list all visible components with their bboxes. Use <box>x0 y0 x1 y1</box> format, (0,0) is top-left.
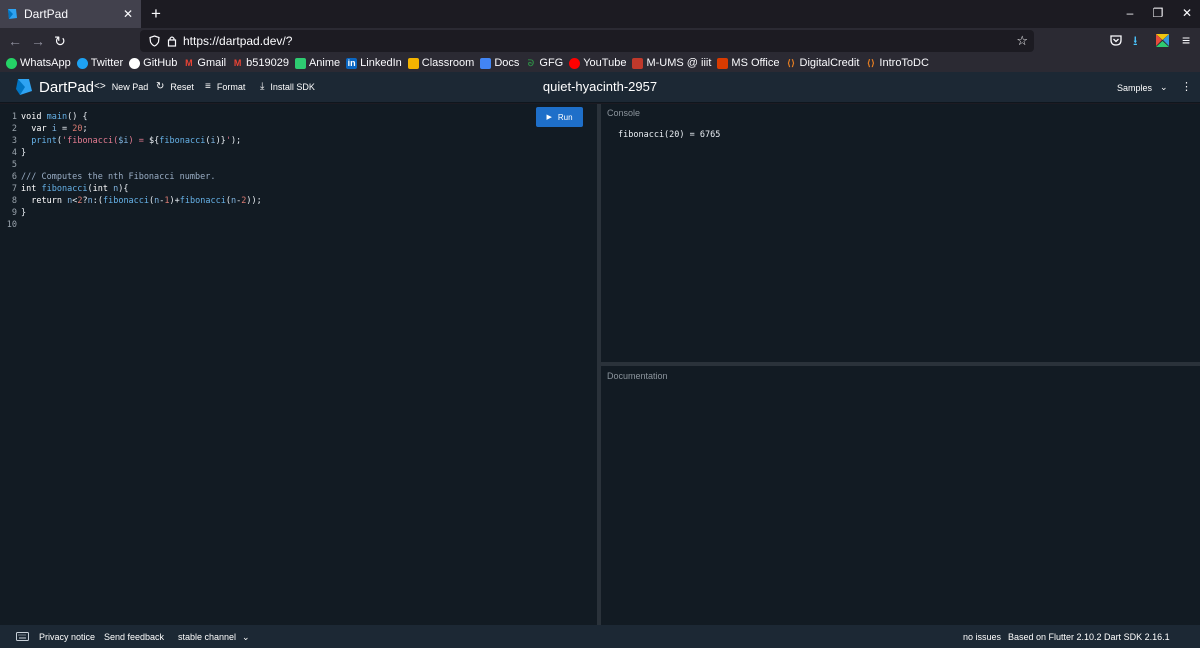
console-panel: Console fibonacci(20) = 6765 <box>601 104 1200 362</box>
sdk-version: Based on Flutter 2.10.2 Dart SDK 2.16.1 <box>1008 632 1170 642</box>
code-line[interactable] <box>21 159 262 171</box>
whatsapp-icon <box>6 57 17 69</box>
url-bar[interactable]: https://dartpad.dev/? ☆ <box>140 30 1034 52</box>
bookmark-digitalcredit[interactable]: ⟨⟩ DigitalCredit <box>786 57 860 69</box>
tab-title: DartPad <box>24 7 69 21</box>
keyboard-icon[interactable] <box>16 632 29 641</box>
issues-status[interactable]: no issues <box>963 632 1001 642</box>
bookmark-docs[interactable]: Docs <box>480 57 519 69</box>
download-icon[interactable]: ⭳ <box>1133 32 1138 54</box>
code-line[interactable]: return n<2?n:(fibonacci(n-1)+fibonacci(n… <box>21 195 261 207</box>
github-icon <box>129 57 141 69</box>
bookmark-introtodc[interactable]: ⟨⟩ IntroToDC <box>865 57 929 69</box>
linkedin-icon: in <box>346 57 358 69</box>
code-icon: ⟨⟩ <box>786 57 796 68</box>
tab-close-icon[interactable]: ✕ <box>123 7 133 21</box>
bookmark-twitter[interactable]: Twitter <box>76 57 123 69</box>
minimize-icon[interactable]: – <box>1123 6 1137 20</box>
new-tab-icon[interactable]: + <box>147 4 165 24</box>
code-line[interactable]: } <box>21 207 262 219</box>
code-line[interactable]: void main() { <box>21 111 262 123</box>
code-line[interactable]: } <box>21 147 262 159</box>
back-icon[interactable]: ← <box>7 33 23 49</box>
code-editor[interactable]: 1 2 3 4 5 6 7 8 9 10 void main() { var i… <box>0 104 597 625</box>
code-line[interactable]: int fibonacci(int n){ <box>21 183 262 195</box>
play-icon: ▶ <box>546 114 552 121</box>
code-line[interactable]: print('fibonacci($i) = ${fibonacci(i)}')… <box>21 135 262 147</box>
reload-icon[interactable]: ↻ <box>52 33 68 49</box>
dartpad-header: DartPad <> New Pad ↻ Reset ≡ Format ⤓ Instal… <box>0 72 1200 103</box>
bookmark-ms-office[interactable]: MS Office <box>717 57 780 69</box>
console-output: fibonacci(20) = 6765 <box>618 130 721 140</box>
gmail-icon: M <box>233 57 242 68</box>
code-line[interactable]: var i = 20; <box>21 123 262 135</box>
code-icon: ⟨⟩ <box>866 57 876 68</box>
documentation-label: Documentation <box>607 371 668 381</box>
code-line[interactable]: /// Computes the nth Fibonacci number. <box>21 171 262 183</box>
bookmark-linkedin[interactable]: in LinkedIn <box>346 57 402 69</box>
forward-icon[interactable]: → <box>30 33 46 49</box>
restore-icon[interactable]: ❐ <box>1151 6 1165 20</box>
pocket-icon[interactable] <box>1110 34 1122 46</box>
menu-icon[interactable]: ≡ <box>1182 32 1190 48</box>
dartpad-footer: Privacy notice Send feedback stable chan… <box>0 625 1200 648</box>
browser-tab[interactable]: DartPad ✕ <box>0 0 141 28</box>
bookmarks-bar: WhatsApp Twitter GitHub M Gmail Mb519029 … <box>0 54 1200 72</box>
bookmark-mums[interactable]: M-UMS @ iiit <box>632 57 711 69</box>
privacy-notice-link[interactable]: Privacy notice <box>39 632 95 642</box>
dartpad-favicon-icon <box>8 9 17 19</box>
navigation-bar: ← → ↻ https://dartpad.dev/? ☆ ⭳ ≡ <box>0 28 1200 54</box>
lock-icon[interactable] <box>167 35 177 47</box>
url-text: https://dartpad.dev/? <box>183 34 293 48</box>
twitter-icon <box>76 57 88 69</box>
channel-dropdown[interactable]: stable channel ⌄ <box>178 632 250 643</box>
youtube-icon <box>569 57 581 69</box>
bookmark-gfg[interactable]: ᘐ GFG <box>525 57 564 69</box>
chevron-down-icon: ⌄ <box>1160 82 1168 92</box>
chevron-down-icon: ⌄ <box>242 632 250 642</box>
bookmark-classroom[interactable]: Classroom <box>407 57 474 69</box>
run-button[interactable]: ▶ Run <box>536 107 583 127</box>
shield-icon[interactable] <box>149 35 160 47</box>
bookmark-whatsapp[interactable]: WhatsApp <box>6 57 71 69</box>
docs-icon <box>480 57 492 69</box>
browser-tab-strip: DartPad ✕ + – ❐ ✕ <box>0 0 1200 28</box>
mums-icon <box>632 57 644 69</box>
line-number-gutter: 1 2 3 4 5 6 7 8 9 10 <box>6 112 17 230</box>
pad-title[interactable]: quiet-hyacinth-2957 <box>0 79 1200 94</box>
send-feedback-link[interactable]: Send feedback <box>104 632 164 642</box>
samples-dropdown[interactable]: Samples ⌄ <box>1117 82 1168 93</box>
code-content[interactable]: void main() { var i = 20; print('fibonac… <box>21 111 262 231</box>
bookmark-star-icon[interactable]: ☆ <box>1016 33 1028 49</box>
bookmark-gmail[interactable]: M Gmail <box>183 57 226 69</box>
code-line[interactable] <box>21 219 262 231</box>
console-label: Console <box>607 108 641 118</box>
gfg-icon: ᘐ <box>527 57 535 68</box>
window-close-icon[interactable]: ✕ <box>1180 6 1194 20</box>
documentation-panel: Documentation <box>601 366 1200 625</box>
bookmark-github[interactable]: GitHub <box>129 57 177 69</box>
more-vert-icon[interactable]: ⋮ <box>1181 80 1192 93</box>
classroom-icon <box>407 57 419 69</box>
bookmark-anime[interactable]: Anime <box>294 57 340 69</box>
bookmark-youtube[interactable]: YouTube <box>569 57 626 69</box>
office-icon <box>717 57 729 69</box>
gmail-icon: M <box>185 57 193 68</box>
extension-icon[interactable] <box>1156 34 1169 47</box>
bookmark-b519029[interactable]: Mb519029 <box>232 57 289 69</box>
anime-icon <box>294 57 306 69</box>
